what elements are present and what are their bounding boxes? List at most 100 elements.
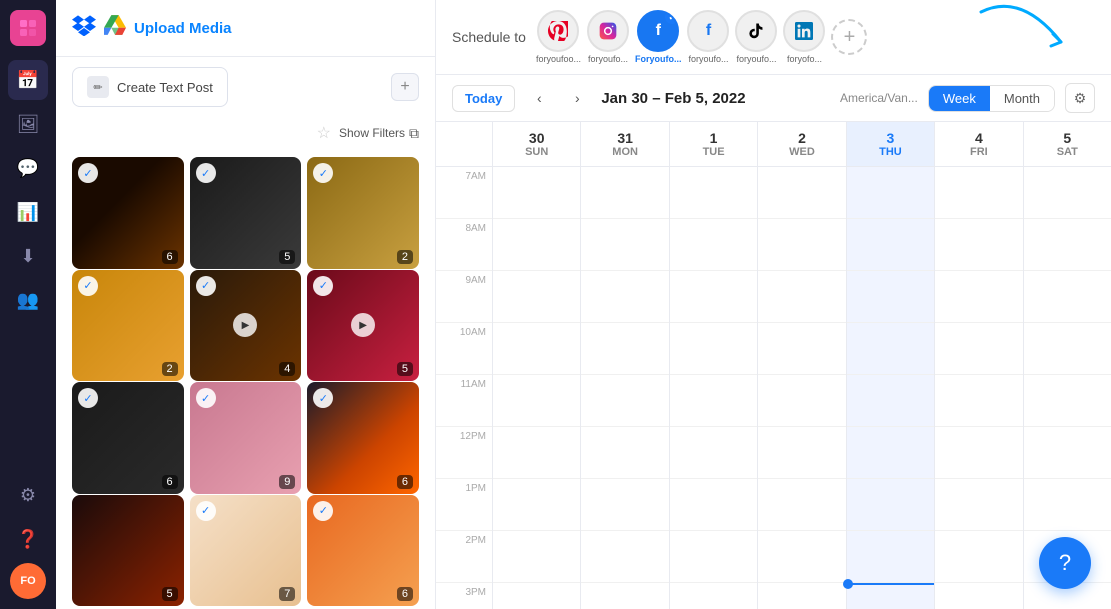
media-thumb[interactable]: ✓ 7	[190, 495, 302, 607]
cell-tue-8am[interactable]	[670, 219, 757, 271]
cell-fri-8am[interactable]	[935, 219, 1022, 271]
cell-thu-8am[interactable]	[847, 219, 934, 271]
cell-thu-9am[interactable]	[847, 271, 934, 323]
instagram-avatar[interactable]	[587, 10, 629, 52]
cell-fri-12pm[interactable]	[935, 427, 1022, 479]
cell-mon-8am[interactable]	[581, 219, 668, 271]
cell-fri-1pm[interactable]	[935, 479, 1022, 531]
day-column-wed[interactable]	[757, 167, 845, 609]
cell-sat-8am[interactable]	[1024, 219, 1111, 271]
cell-sun-11am[interactable]	[493, 375, 580, 427]
media-thumb[interactable]: ✓ ▶ 4	[190, 270, 302, 382]
media-thumb[interactable]: ✓ 9	[190, 382, 302, 494]
day-column-fri[interactable]	[934, 167, 1022, 609]
sidebar-item-downloads[interactable]: ⬇	[8, 236, 48, 276]
cell-fri-11am[interactable]	[935, 375, 1022, 427]
cell-thu-7am[interactable]	[847, 167, 934, 219]
cell-fri-7am[interactable]	[935, 167, 1022, 219]
media-thumb[interactable]: ✓ ▶ 5	[307, 270, 419, 382]
cell-mon-3pm[interactable]	[581, 583, 668, 609]
pinterest-avatar[interactable]	[537, 10, 579, 52]
linkedin-avatar[interactable]	[783, 10, 825, 52]
media-thumb[interactable]: ✓ 6	[307, 382, 419, 494]
app-logo[interactable]	[10, 10, 46, 46]
day-column-sun[interactable]	[492, 167, 580, 609]
cell-thu-3pm[interactable]	[847, 583, 934, 609]
day-column-tue[interactable]	[669, 167, 757, 609]
cell-sun-2pm[interactable]	[493, 531, 580, 583]
cell-thu-10am[interactable]	[847, 323, 934, 375]
cell-fri-2pm[interactable]	[935, 531, 1022, 583]
media-thumb[interactable]: ✓ 5	[190, 157, 302, 269]
cell-sat-7am[interactable]	[1024, 167, 1111, 219]
upload-media-button[interactable]: Upload Media	[134, 20, 232, 37]
facebook2-avatar[interactable]: f	[687, 10, 729, 52]
cell-mon-1pm[interactable]	[581, 479, 668, 531]
cell-wed-12pm[interactable]	[758, 427, 845, 479]
cell-sun-9am[interactable]	[493, 271, 580, 323]
cell-thu-12pm[interactable]	[847, 427, 934, 479]
sidebar-item-settings[interactable]: ⚙	[8, 475, 48, 515]
today-button[interactable]: Today	[452, 85, 515, 112]
sidebar-item-image[interactable]: 🖼	[8, 104, 48, 144]
cell-tue-3pm[interactable]	[670, 583, 757, 609]
cell-mon-2pm[interactable]	[581, 531, 668, 583]
help-chat-button[interactable]: ?	[1039, 537, 1091, 589]
cell-tue-1pm[interactable]	[670, 479, 757, 531]
add-account-button[interactable]: +	[831, 19, 867, 55]
cell-wed-8am[interactable]	[758, 219, 845, 271]
cell-sun-10am[interactable]	[493, 323, 580, 375]
cell-thu-11am[interactable]	[847, 375, 934, 427]
cell-fri-10am[interactable]	[935, 323, 1022, 375]
cell-mon-9am[interactable]	[581, 271, 668, 323]
sidebar-item-team[interactable]: 👥	[8, 280, 48, 320]
sidebar-item-help[interactable]: ❓	[8, 519, 48, 559]
cell-sat-11am[interactable]	[1024, 375, 1111, 427]
cell-sun-8am[interactable]	[493, 219, 580, 271]
cell-fri-3pm[interactable]	[935, 583, 1022, 609]
cell-mon-10am[interactable]	[581, 323, 668, 375]
add-content-button[interactable]: +	[391, 73, 419, 101]
day-column-mon[interactable]	[580, 167, 668, 609]
favorite-icon[interactable]: ☆	[317, 123, 331, 143]
cell-thu-1pm[interactable]	[847, 479, 934, 531]
tiktok-avatar[interactable]	[735, 10, 777, 52]
show-filters-button[interactable]: Show Filters ⧉	[339, 125, 419, 142]
cell-mon-7am[interactable]	[581, 167, 668, 219]
media-thumb[interactable]: ✓ 2	[72, 270, 184, 382]
cell-tue-12pm[interactable]	[670, 427, 757, 479]
cell-sat-10am[interactable]	[1024, 323, 1111, 375]
cell-mon-12pm[interactable]	[581, 427, 668, 479]
prev-week-button[interactable]: ‹	[525, 84, 553, 112]
month-view-button[interactable]: Month	[990, 86, 1054, 111]
sidebar-item-analytics[interactable]: 📊	[8, 192, 48, 232]
cell-sat-12pm[interactable]	[1024, 427, 1111, 479]
cell-tue-9am[interactable]	[670, 271, 757, 323]
cell-sat-9am[interactable]	[1024, 271, 1111, 323]
sidebar-item-calendar[interactable]: 📅	[8, 60, 48, 100]
create-text-post-button[interactable]: ✏ Create Text Post	[72, 67, 228, 107]
cell-wed-11am[interactable]	[758, 375, 845, 427]
cell-tue-2pm[interactable]	[670, 531, 757, 583]
cell-fri-9am[interactable]	[935, 271, 1022, 323]
user-avatar[interactable]: FO	[10, 563, 46, 599]
media-thumb[interactable]: ✓ 6	[72, 157, 184, 269]
cell-sun-7am[interactable]	[493, 167, 580, 219]
cell-mon-11am[interactable]	[581, 375, 668, 427]
cell-wed-9am[interactable]	[758, 271, 845, 323]
cell-sat-1pm[interactable]	[1024, 479, 1111, 531]
week-view-button[interactable]: Week	[929, 86, 990, 111]
next-week-button[interactable]: ›	[563, 84, 591, 112]
cell-sun-1pm[interactable]	[493, 479, 580, 531]
cell-tue-10am[interactable]	[670, 323, 757, 375]
cell-wed-3pm[interactable]	[758, 583, 845, 609]
day-column-thu[interactable]	[846, 167, 934, 609]
facebook-active-avatar[interactable]: f	[637, 10, 679, 52]
cell-wed-2pm[interactable]	[758, 531, 845, 583]
cell-wed-1pm[interactable]	[758, 479, 845, 531]
cell-thu-2pm[interactable]	[847, 531, 934, 583]
cell-sun-3pm[interactable]	[493, 583, 580, 609]
cell-wed-7am[interactable]	[758, 167, 845, 219]
calendar-settings-button[interactable]: ⚙	[1065, 83, 1095, 113]
sidebar-item-chat[interactable]: 💬	[8, 148, 48, 188]
